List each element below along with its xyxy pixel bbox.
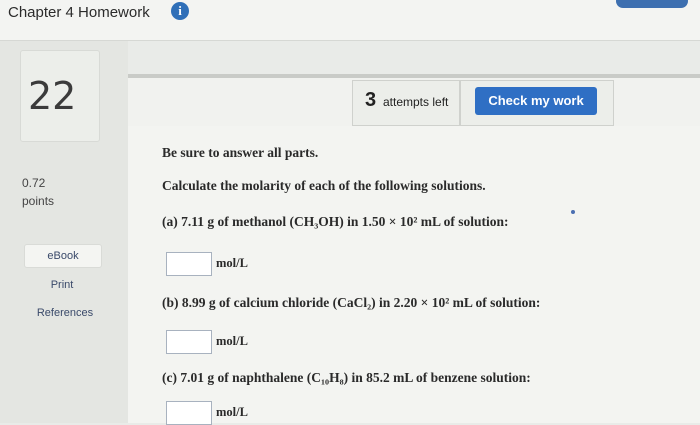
points-label: points	[22, 194, 55, 208]
part-c-answer-input[interactable]	[166, 401, 212, 425]
part-c-text: (c) 7.01 g of naphthalene (C₁₀H₈) in 85.…	[162, 370, 531, 385]
print-button[interactable]: Print	[24, 274, 100, 296]
top-right-button[interactable]	[616, 0, 688, 8]
question-number: 22	[28, 74, 77, 118]
check-my-work-button[interactable]: Check my work	[475, 87, 597, 115]
part-b-unit: mol/L	[216, 334, 248, 348]
instruction-text: Calculate the molarity of each of the fo…	[162, 178, 486, 193]
part-b-answer-input[interactable]	[166, 330, 212, 354]
ebook-button[interactable]: eBook	[24, 244, 102, 268]
status-dot-icon	[571, 210, 575, 214]
attempts-indicator: 3 attempts left	[352, 80, 460, 126]
top-bar: Chapter 4 Homework i	[0, 0, 700, 41]
part-a-unit: mol/L	[216, 256, 248, 270]
points-value: 0.72	[22, 176, 46, 190]
part-a-answer-input[interactable]	[166, 252, 212, 276]
intro-text: Be sure to answer all parts.	[162, 145, 319, 160]
check-work-container: Check my work	[460, 80, 614, 126]
assignment-title: Chapter 4 Homework	[8, 4, 150, 21]
info-icon[interactable]: i	[171, 2, 189, 20]
part-c-unit: mol/L	[216, 405, 248, 419]
attempts-label: attempts left	[383, 95, 449, 109]
part-a-text: (a) 7.11 g of methanol (CH₃OH) in 1.50 ×…	[162, 214, 509, 229]
part-b-text: (b) 8.99 g of calcium chloride (CaCl₂) i…	[162, 295, 541, 310]
attempts-count: 3	[365, 89, 377, 111]
references-button[interactable]: References	[22, 302, 108, 324]
